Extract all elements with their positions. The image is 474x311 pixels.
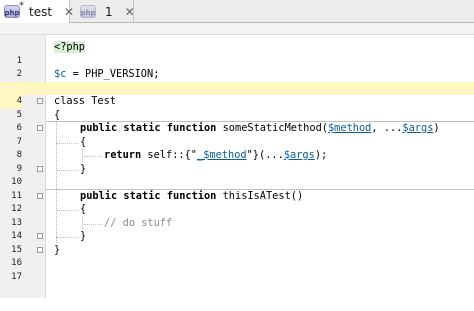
brace: } [80,162,87,175]
brace: } [54,243,61,256]
line-number: 17 [11,271,22,282]
code-line: 14 // do stuff [0,216,474,242]
parameter: $method [327,122,372,134]
variable: $c [54,68,67,80]
whitespace-marker [84,156,102,157]
code-editor[interactable]: 1 <?php 2 3 $c = PHP_VERSION; 4 5 class … [0,35,474,298]
interpolated-variable: $method [203,149,247,161]
fold-marker-icon[interactable] [37,192,43,199]
code-line: 7 public static function someStaticMetho… [0,122,474,147]
code-line: 9 return self::{"_$method"}(...$args); [0,149,474,174]
code-line: 16 } [0,243,474,269]
argument: $args [283,149,315,161]
brace: { [80,203,87,215]
method-name: thisIsATest() [216,189,304,202]
keyword: public static function [80,122,217,134]
keyword: class [54,95,85,107]
editor-info-strip [0,23,474,35]
code-line: 17 [0,257,474,282]
whitespace-marker [56,170,78,171]
fold-marker-icon[interactable] [37,98,43,104]
php-file-icon: php * [4,2,24,18]
whitespace-marker [56,210,78,211]
paren: ) [433,122,440,134]
method-separator [46,121,474,122]
method-name: someStaticMethod( [216,122,328,134]
code-line: 12 public static function thisIsATest() [0,189,474,215]
whitespace-marker [56,237,78,238]
code-line: 6 { [0,108,474,134]
keyword: return [104,149,142,161]
php-icon-text: php [4,9,20,17]
code-line: 3 $c = PHP_VERSION; [0,68,474,93]
semicolon: ; [153,68,160,80]
current-code-line: 4 [0,81,474,109]
code-line: 5 class Test [0,95,474,120]
indent-guide [82,149,83,162]
keyword: public static function [80,189,217,202]
method-separator [46,188,474,190]
brace: { [80,135,87,148]
php-file-icon: php [80,5,96,18]
indent-guide [56,122,57,243]
class-name: Test [85,95,116,107]
code-line: 11 [0,176,474,201]
paren: ); [314,149,328,161]
brace: } [80,230,87,242]
php-icon-text: php [80,9,96,17]
editor-tab-bar: php * test ✕ php 1 ✕ [0,0,474,23]
close-icon[interactable]: ✕ [125,5,135,19]
comment: // do stuff [104,216,173,229]
constant: PHP_VERSION [85,68,154,80]
call-args: "}(... [246,149,284,161]
operator: = [66,68,86,80]
code-line: 1 <?php [0,41,474,66]
brace: { [54,108,61,121]
fold-marker-icon[interactable] [37,233,43,239]
modified-marker-icon: * [19,1,24,11]
tab-label: test [29,4,53,19]
whitespace-marker [56,143,78,144]
fold-marker-icon[interactable] [37,165,43,172]
tab-1[interactable]: php 1 ✕ [70,0,135,23]
indent-guide [82,216,83,229]
code-line: 2 [0,55,474,79]
separator: , ... [371,122,403,134]
parameter: $args [402,122,434,134]
tab-test[interactable]: php * test ✕ [0,0,74,23]
fold-marker-icon[interactable] [37,246,43,253]
php-open-tag: <?php [54,41,85,53]
tab-label: 1 [105,4,113,19]
fold-marker-icon[interactable] [37,125,43,131]
whitespace-marker [84,224,102,225]
static-call: self::{" [141,149,197,161]
